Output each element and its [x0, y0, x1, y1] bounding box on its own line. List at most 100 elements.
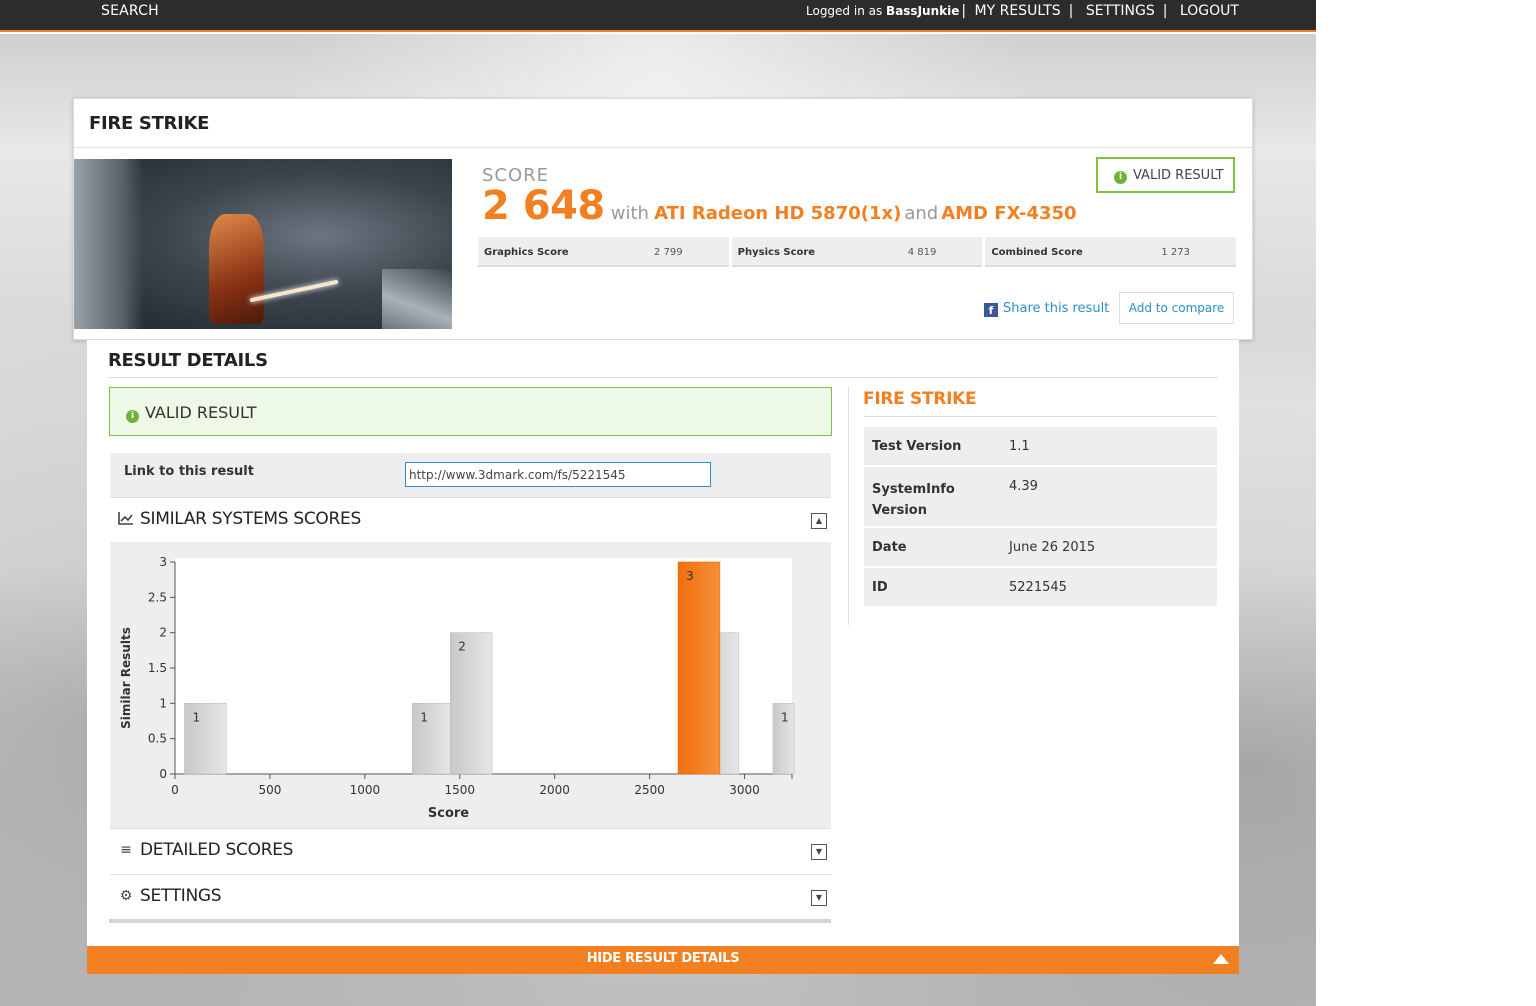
valid-result-box: i VALID RESULT: [109, 387, 832, 436]
subscores-row: Graphics Score 2 799 Physics Score 4 819…: [478, 237, 1237, 267]
score-line: 2 648 with ATI Radeon HD 5870(1x) and AMD F…: [482, 183, 1077, 229]
date-row: Date June 26 2015: [864, 528, 1217, 568]
nav-separator: |: [1162, 3, 1168, 19]
my-results-link[interactable]: MY RESULTS: [975, 3, 1061, 19]
info-value: 1.1: [1009, 439, 1030, 454]
thumbnail-figure: [209, 214, 264, 324]
y-tick-label: 1: [159, 696, 167, 710]
info-key: SystemInfo Version: [872, 482, 955, 518]
expand-icon[interactable]: ▼: [811, 890, 827, 906]
x-tick-label: 2000: [539, 783, 570, 797]
settings-section[interactable]: ⚙ SETTINGS ▼: [110, 874, 831, 918]
nav-separator: |: [1068, 3, 1074, 19]
x-tick-label: 0: [171, 783, 179, 797]
card-divider: [74, 147, 1252, 148]
gear-icon: ⚙: [119, 888, 133, 904]
cpu-name[interactable]: AMD FX-4350: [941, 203, 1076, 224]
column-divider: [848, 387, 849, 625]
x-axis-label: Score: [428, 806, 469, 821]
nav-separator: |: [961, 3, 967, 19]
x-tick-label: 2500: [634, 783, 665, 797]
header-divider: [108, 377, 1218, 378]
overall-score: 2 648: [482, 183, 605, 229]
subscore-value: 2 799: [654, 247, 683, 258]
info-icon: i: [1114, 171, 1127, 184]
y-tick-label: 0: [159, 767, 167, 781]
subscore-value: 4 819: [907, 247, 937, 258]
x-tick-label: 3000: [729, 783, 760, 797]
logout-link[interactable]: LOGOUT: [1180, 3, 1239, 19]
share-label: Share this result: [1003, 301, 1110, 316]
histogram-bar: [449, 632, 493, 775]
info-value: 4.39: [1009, 479, 1038, 494]
test-version-row: Test Version 1.1: [864, 427, 1217, 467]
logged-in-text: Logged in as: [806, 4, 887, 18]
similar-systems-section[interactable]: SIMILAR SYSTEMS SCORES ▲: [110, 497, 831, 541]
valid-result-text: VALID RESULT: [145, 403, 257, 422]
link-label: Link to this result: [124, 464, 254, 479]
info-icon: i: [126, 410, 139, 423]
section-bottom-border: [109, 919, 831, 923]
similar-scores-chart: 0 0.5 1 1.5 2 2.5 3 0 500 1000 1500 2000 2500 3000 1 1 2…: [110, 542, 831, 828]
y-tick-label: 0.5: [148, 732, 167, 746]
combined-score: Combined Score 1 273: [985, 237, 1237, 267]
benchmark-thumbnail: [74, 159, 452, 329]
search-link[interactable]: SEARCH: [101, 3, 159, 19]
subscore-value: 1 273: [1161, 247, 1191, 258]
collapse-icon[interactable]: ▲: [811, 513, 827, 529]
y-axis-label: Similar Results: [119, 627, 133, 729]
gpu-name[interactable]: ATI Radeon HD 5870(1x): [654, 203, 901, 224]
expand-icon[interactable]: ▼: [811, 844, 827, 860]
y-tick-label: 1.5: [148, 661, 167, 675]
valid-result-badge[interactable]: i VALID RESULT: [1096, 157, 1235, 193]
test-info-table: Test Version 1.1 SystemInfo Version 4.39…: [864, 427, 1217, 608]
username[interactable]: BassJunkie: [886, 4, 959, 18]
user-nav: Logged in as BassJunkie | MY RESULTS | SET…: [806, 3, 1239, 19]
systeminfo-version-row: SystemInfo Version 4.39: [864, 467, 1217, 528]
settings-link[interactable]: SETTINGS: [1086, 3, 1155, 19]
score-with: with: [610, 203, 649, 224]
line-chart-icon: [117, 511, 135, 527]
bar-label: 1: [781, 710, 789, 724]
list-icon: ≡: [120, 842, 132, 858]
result-card: FIRE STRIKE SCORE 2 648 with ATI Radeon H…: [73, 98, 1253, 340]
link-row: Link to this result: [110, 453, 831, 497]
result-details-panel: RESULT DETAILS i VALID RESULT Link to thi…: [87, 340, 1239, 946]
y-tick-label: 2.5: [148, 590, 167, 604]
thumbnail-rocks: [74, 159, 144, 329]
x-tick-label: 500: [258, 783, 281, 797]
physics-score: Physics Score 4 819: [731, 237, 983, 267]
x-tick-label: 1000: [350, 783, 381, 797]
info-key: ID: [872, 580, 888, 595]
settings-title: SETTINGS: [140, 886, 222, 906]
score-and: and: [904, 203, 939, 224]
histogram-bar: [412, 703, 451, 775]
facebook-icon: f: [984, 303, 998, 317]
top-nav-bar: SEARCH Logged in as BassJunkie | MY RESUL…: [0, 0, 1316, 32]
histogram-bar-highlight: [677, 561, 721, 775]
info-value: 5221545: [1009, 580, 1067, 595]
detailed-scores-title: DETAILED SCORES: [140, 840, 294, 860]
similar-systems-title: SIMILAR SYSTEMS SCORES: [140, 509, 361, 529]
y-tick-label: 2: [159, 626, 167, 640]
test-info-divider: [864, 416, 1217, 417]
thumbnail-rocks-right: [382, 269, 452, 329]
info-key: Test Version: [872, 439, 962, 454]
result-link-input[interactable]: [405, 462, 711, 487]
id-row: ID 5221545: [864, 568, 1217, 608]
graphics-score: Graphics Score 2 799: [478, 237, 729, 267]
histogram-bar: [184, 703, 227, 775]
histogram-svg: 0 0.5 1 1.5 2 2.5 3 0 500 1000 1500 2000 2500 3000 1 1 2…: [119, 555, 795, 821]
subscore-label: Combined Score: [991, 247, 1083, 258]
share-result-link[interactable]: f Share this result: [984, 301, 1109, 317]
bar-label: 1: [192, 710, 200, 724]
hide-result-details-button[interactable]: HIDE RESULT DETAILS: [87, 946, 1239, 974]
bar-label: 3: [686, 569, 694, 583]
bar-label: 1: [420, 710, 428, 724]
test-info-title: FIRE STRIKE: [863, 389, 977, 409]
detailed-scores-section[interactable]: ≡ DETAILED SCORES ▼: [110, 828, 831, 872]
valid-badge-label: VALID RESULT: [1133, 168, 1224, 183]
info-key: Date: [872, 540, 907, 555]
subscore-label: Physics Score: [737, 247, 816, 258]
add-to-compare-button[interactable]: Add to compare: [1119, 292, 1234, 324]
